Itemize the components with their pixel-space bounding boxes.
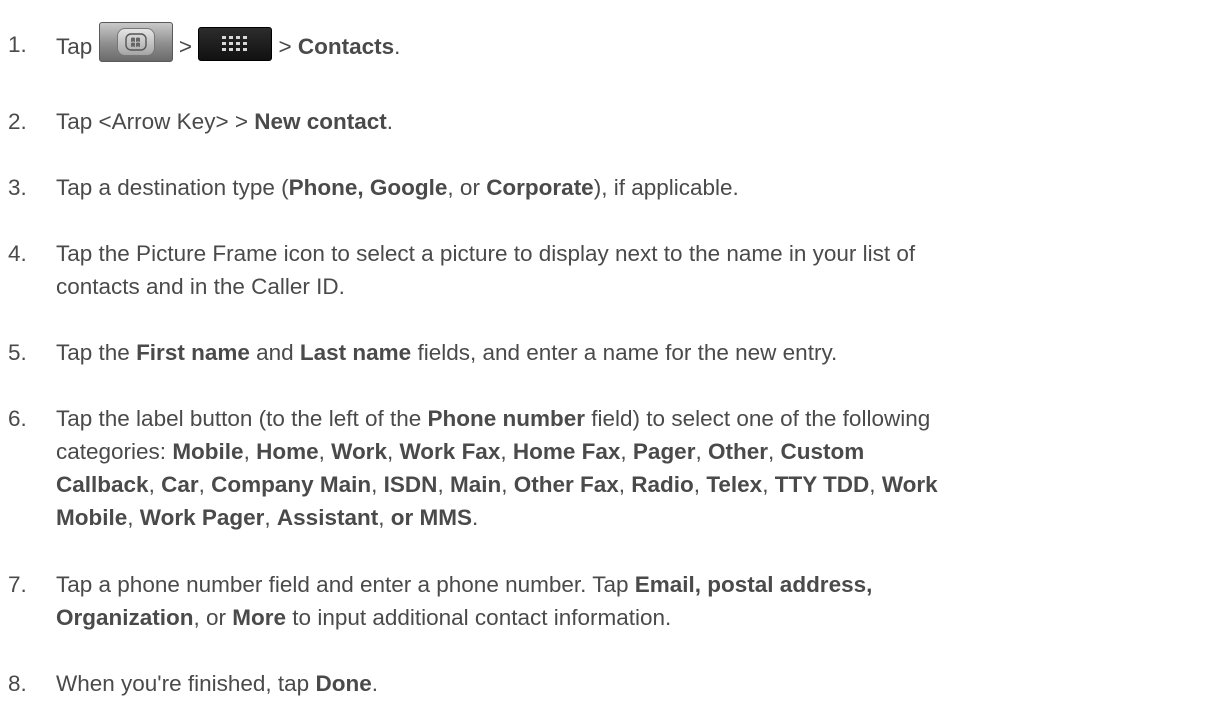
applications-grid-icon bbox=[198, 27, 273, 61]
step-number: 6. bbox=[8, 406, 27, 431]
step-number: 7. bbox=[8, 572, 27, 597]
separator: > bbox=[278, 33, 292, 59]
home-key-icon bbox=[98, 22, 173, 62]
separator: > bbox=[178, 33, 192, 59]
step-number: 5. bbox=[8, 340, 27, 365]
instructions-document: 1. Tap > > Contacts. 2. Tap <Arrow Key> … bbox=[0, 0, 1220, 715]
new-contact-label: New contact bbox=[254, 109, 387, 134]
done-label: Done bbox=[315, 671, 372, 696]
contacts-label: Contacts bbox=[297, 33, 395, 59]
step-number: 1. bbox=[8, 32, 27, 57]
step-number: 4. bbox=[8, 241, 27, 266]
step-text: Tap bbox=[56, 33, 93, 59]
step-number: 8. bbox=[8, 671, 27, 696]
step-number: 2. bbox=[8, 109, 27, 134]
step-number: 3. bbox=[8, 175, 27, 200]
